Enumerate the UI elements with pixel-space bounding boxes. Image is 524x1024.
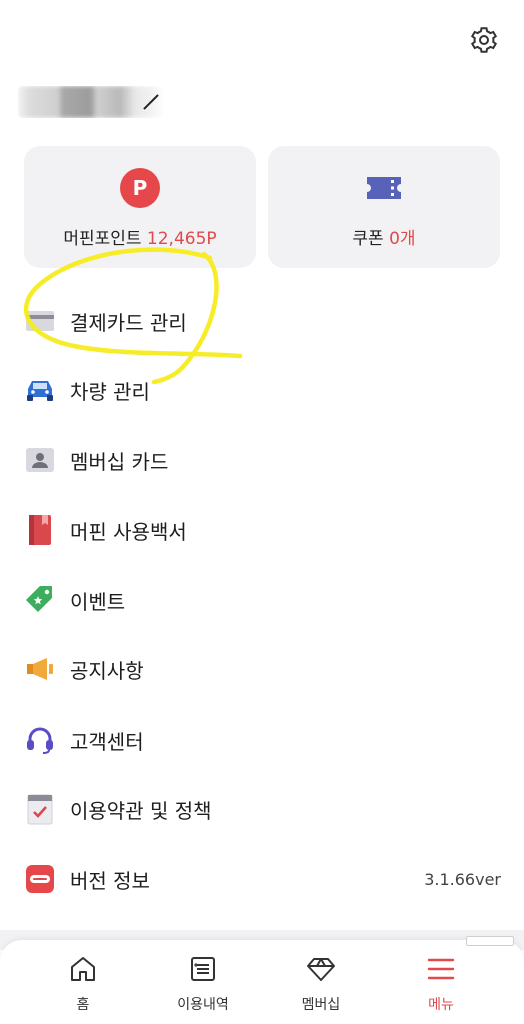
tab-label: 메뉴 bbox=[428, 997, 454, 1013]
menu-item-label: 버전 정보 bbox=[70, 868, 150, 893]
points-label: 머핀포인트 bbox=[63, 229, 142, 249]
car-icon bbox=[24, 374, 56, 406]
gear-icon bbox=[470, 27, 498, 53]
menu-item-vehicle[interactable]: 차량 관리 bbox=[24, 368, 504, 412]
menu-item-label: 결제카드 관리 bbox=[70, 310, 187, 335]
menu-item-terms[interactable]: 이용약관 및 정책 bbox=[24, 787, 504, 831]
menu-item-label: 공지사항 bbox=[70, 658, 144, 683]
menu-item-event[interactable]: 이벤트 bbox=[24, 578, 504, 622]
points-value: 12,465P bbox=[146, 229, 217, 249]
ticket-icon bbox=[364, 168, 404, 208]
user-name-redacted bbox=[18, 86, 164, 118]
checklist-icon bbox=[24, 793, 56, 825]
menu-item-payment-card[interactable]: 결제카드 관리 bbox=[24, 299, 504, 343]
tab-home[interactable]: 홈 bbox=[28, 954, 138, 1018]
diamond-icon bbox=[306, 954, 336, 984]
menu-item-label: 고객센터 bbox=[70, 729, 144, 754]
point-p-icon: P bbox=[120, 168, 160, 208]
coupons-value: 0개 bbox=[389, 229, 416, 249]
points-text: 머핀포인트 12,465P bbox=[24, 224, 256, 249]
menu-item-label: 멤버십 카드 bbox=[70, 449, 169, 474]
book-icon bbox=[24, 514, 56, 546]
menu-item-label: 이용약관 및 정책 bbox=[70, 798, 212, 823]
tab-menu[interactable]: 메뉴 bbox=[386, 954, 496, 1018]
tab-label: 홈 bbox=[76, 997, 90, 1013]
menu-item-version[interactable]: 버전 정보 3.1.66ver bbox=[24, 857, 504, 901]
settings-button[interactable] bbox=[466, 22, 502, 58]
credit-card-icon bbox=[24, 305, 56, 337]
tab-membership[interactable]: 멤버십 bbox=[266, 954, 376, 1018]
coupons-text: 쿠폰 0개 bbox=[268, 224, 500, 249]
member-card-icon bbox=[24, 444, 56, 476]
coupons-card[interactable]: 쿠폰 0개 bbox=[268, 146, 500, 268]
menu-item-notice[interactable]: 공지사항 bbox=[24, 647, 504, 691]
coupons-label: 쿠폰 bbox=[352, 229, 384, 249]
version-value: 3.1.66ver bbox=[424, 869, 501, 889]
menu-item-membership-card[interactable]: 멤버십 카드 bbox=[24, 438, 504, 482]
muffin-app-icon bbox=[24, 863, 56, 895]
tag-icon bbox=[24, 584, 56, 616]
megaphone-icon bbox=[24, 653, 56, 685]
menu-item-customer-center[interactable]: 고객센터 bbox=[24, 718, 504, 762]
tab-usage-history[interactable]: 이용내역 bbox=[148, 954, 258, 1018]
headset-icon bbox=[24, 724, 56, 756]
menu-item-label: 머핀 사용백서 bbox=[70, 519, 187, 544]
list-icon bbox=[188, 954, 218, 984]
tab-label: 멤버십 bbox=[301, 997, 341, 1013]
home-icon bbox=[68, 954, 98, 984]
menu-item-label: 이벤트 bbox=[70, 589, 126, 614]
mini-banner-tag bbox=[466, 936, 514, 946]
menu-item-user-guide[interactable]: 머핀 사용백서 bbox=[24, 508, 504, 552]
tab-label: 이용내역 bbox=[177, 997, 229, 1013]
points-card[interactable]: P 머핀포인트 12,465P bbox=[24, 146, 256, 268]
menu-item-label: 차량 관리 bbox=[70, 379, 150, 404]
hamburger-menu-icon bbox=[426, 954, 456, 984]
